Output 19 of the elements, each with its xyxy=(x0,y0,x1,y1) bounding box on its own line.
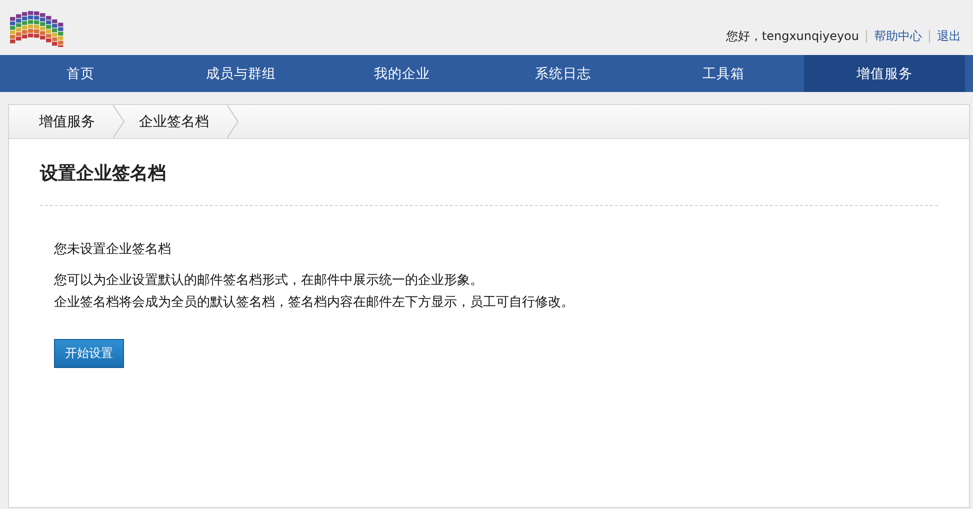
header-link[interactable]: 帮助中心 xyxy=(874,28,922,45)
chevron-icon xyxy=(227,105,239,138)
header-link[interactable]: 退出 xyxy=(937,28,961,45)
chevron-icon xyxy=(113,105,125,138)
status-text: 您未设置企业签名档 xyxy=(54,241,172,258)
greeting-text: 您好，tengxunqiyeyou xyxy=(726,28,859,45)
breadcrumb-item[interactable]: 企业签名档 xyxy=(125,112,227,130)
nav-tab[interactable]: 我的企业 xyxy=(322,55,482,92)
nav-tab[interactable]: 系统日志 xyxy=(482,55,644,92)
nav-tab[interactable]: 工具箱 xyxy=(643,55,804,92)
nav-tab[interactable]: 成员与群组 xyxy=(160,55,322,92)
logo-icon xyxy=(8,9,66,47)
start-setup-button[interactable]: 开始设置 xyxy=(54,339,124,368)
description-text: 您可以为企业设置默认的邮件签名档形式，在邮件中展示统一的企业形象。 xyxy=(54,272,484,289)
description-text: 企业签名档将会成为全员的默认签名档，签名档内容在邮件左下方显示，员工可自行修改。 xyxy=(54,294,575,311)
nav-tab[interactable]: 首页 xyxy=(0,55,161,92)
breadcrumb-item[interactable]: 增值服务 xyxy=(9,112,113,130)
page-title: 设置企业签名档 xyxy=(40,161,938,206)
nav-tab[interactable]: 增值服务 xyxy=(804,55,965,92)
